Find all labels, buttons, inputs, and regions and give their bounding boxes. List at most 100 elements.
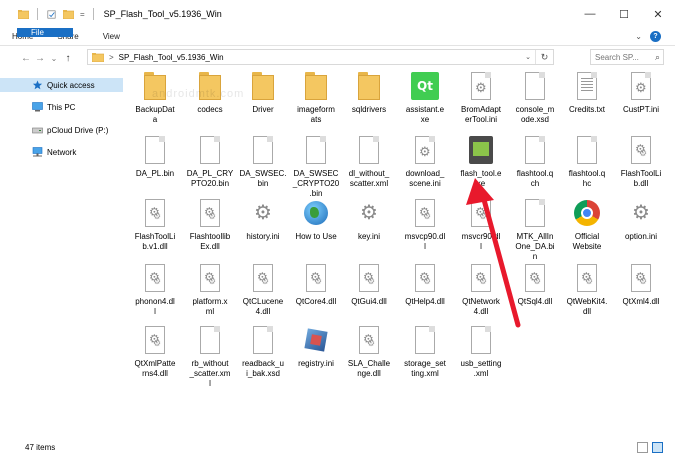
file-item[interactable]: ⚙ ⚙ QtXmlPatte rns4.dll (127, 326, 183, 379)
file-item[interactable]: DA_SWSEC _CRYPTO20 .bin (288, 136, 344, 199)
file-item[interactable]: console_m ode.xsd (507, 72, 563, 125)
file-item[interactable]: ⚙ ⚙ QtCLucene 4.dll (235, 264, 291, 317)
file-item[interactable]: dl_without_ scatter.xml (341, 136, 397, 189)
file-icon (249, 136, 277, 164)
recent-locations-button[interactable]: ⌄ (47, 54, 61, 63)
file-item[interactable]: How to Use (288, 199, 344, 242)
file-item[interactable]: ⚙ CustPT.ini (613, 72, 669, 115)
file-item[interactable]: ⚙ ⚙ FlashToolLi b.v1.dll (127, 199, 183, 252)
quick-access-toolbar: = (18, 8, 96, 20)
file-name: QtCLucene 4.dll (242, 297, 284, 316)
file-item[interactable]: storage_set ting.xml (397, 326, 453, 379)
expand-ribbon-button[interactable]: ⌄ (635, 32, 642, 41)
title-bar: = SP_Flash_Tool_v5.1936_Win — ☐ ✕ (0, 0, 675, 28)
window-controls: — ☐ ✕ (573, 0, 675, 28)
file-name: flashtool.q ch (516, 169, 554, 188)
refresh-button[interactable]: ↻ (535, 50, 553, 64)
tab-view[interactable]: View (91, 28, 132, 45)
file-item[interactable]: rb_without _scatter.xm l (182, 326, 238, 389)
dll-file-icon: ⚙ ⚙ (467, 264, 495, 292)
file-item[interactable]: ⚙ ⚙ QtWebKit4. dll (559, 264, 615, 317)
file-item[interactable]: Official Website (559, 199, 615, 252)
file-name: flash_tool.e xe (460, 169, 502, 188)
properties-icon[interactable] (46, 9, 57, 19)
file-item[interactable]: ⚙ option.ini (613, 199, 669, 242)
file-item[interactable]: flashtool.q hc (559, 136, 615, 189)
file-item[interactable]: DA_PL.bin (127, 136, 183, 179)
file-item[interactable]: ⚙ BromAdapt erTool.ini (453, 72, 509, 125)
search-input[interactable] (595, 52, 647, 62)
file-name: DA_SWSEC _CRYPTO20 .bin (292, 169, 340, 198)
help-icon[interactable]: ? (650, 31, 661, 42)
file-item[interactable]: flash_tool.e xe (453, 136, 509, 189)
address-bar[interactable]: > SP_Flash_Tool_v5.1936_Win ⌄ ↻ (87, 49, 554, 65)
file-item[interactable]: ⚙ ⚙ QtSql4.dll (507, 264, 563, 307)
file-icon (355, 136, 383, 164)
tab-file[interactable]: File (17, 28, 73, 37)
file-item[interactable]: usb_setting .xml (453, 326, 509, 379)
file-item[interactable]: ⚙ history.ini (235, 199, 291, 242)
file-name: rb_without _scatter.xm l (189, 359, 231, 388)
minimize-button[interactable]: — (573, 0, 607, 28)
file-name: readback_u i_bak.xsd (242, 359, 284, 378)
file-item[interactable]: ⚙ ⚙ SLA_Challe nge.dll (341, 326, 397, 379)
file-item[interactable]: ⚙ ⚙ FlashToolLi b.dll (613, 136, 669, 189)
file-item[interactable]: sqldrivers (341, 72, 397, 115)
sidebar-item-network[interactable]: Network (0, 145, 123, 159)
maximize-button[interactable]: ☐ (607, 0, 641, 28)
up-button[interactable]: ↑ (61, 53, 75, 64)
file-item[interactable]: ⚙ key.ini (341, 199, 397, 242)
file-item[interactable]: ⚙ ⚙ QtHelp4.dll (397, 264, 453, 307)
settings-file-icon: ⚙ (411, 136, 439, 164)
file-item[interactable]: readback_u i_bak.xsd (235, 326, 291, 379)
breadcrumb-separator[interactable]: > (109, 53, 114, 62)
file-name: msvcr90.dl l (461, 232, 501, 251)
file-item[interactable]: MTK_AllIn One_DA.bi n (507, 199, 563, 262)
file-item[interactable]: ⚙ ⚙ msvcr90.dl l (453, 199, 509, 252)
customize-toolbar-icon[interactable]: = (80, 10, 85, 19)
search-box[interactable]: ⌕ (590, 49, 664, 65)
file-item[interactable]: ⚙ ⚙ Flashtoollib Ex.dll (182, 199, 238, 252)
file-name: msvcp90.dl l (404, 232, 446, 251)
item-count: 47 items (25, 443, 56, 452)
details-view-button[interactable] (637, 442, 648, 453)
file-item[interactable]: ⚙ ⚙ QtXml4.dll (613, 264, 669, 307)
file-item[interactable]: ⚙ ⚙ platform.x ml (182, 264, 238, 317)
file-item[interactable]: ⚙ ⚙ QtNetwork 4.dll (453, 264, 509, 317)
file-item[interactable]: Credits.txt (559, 72, 615, 115)
back-button[interactable]: ← (19, 53, 33, 64)
close-button[interactable]: ✕ (641, 0, 675, 28)
forward-button[interactable]: → (33, 53, 47, 64)
sidebar-item-quick-access[interactable]: Quick access (0, 78, 123, 92)
file-item[interactable]: ⚙ ⚙ msvcp90.dl l (397, 199, 453, 252)
address-dropdown-icon[interactable]: ⌄ (525, 50, 531, 64)
large-icons-view-button[interactable] (652, 442, 663, 453)
file-name: history.ini (246, 232, 280, 241)
breadcrumb-current[interactable]: SP_Flash_Tool_v5.1936_Win (119, 53, 224, 62)
sidebar-item-this-pc[interactable]: This PC (0, 100, 123, 114)
star-icon (32, 80, 43, 90)
file-name: phonon4.dl l (135, 297, 175, 316)
folder-icon[interactable] (18, 9, 29, 19)
chrome-icon (573, 199, 601, 227)
file-item[interactable]: ⚙ ⚙ QtGui4.dll (341, 264, 397, 307)
text-file-icon (573, 72, 601, 100)
file-name: storage_set ting.xml (404, 359, 446, 378)
file-item[interactable]: ⚙ ⚙ phonon4.dl l (127, 264, 183, 317)
navigation-pane: Quick access This PC pCloud Drive (P:) N… (0, 74, 125, 434)
file-item[interactable]: flashtool.q ch (507, 136, 563, 189)
file-name: QtWebKit4. dll (566, 297, 608, 316)
file-item[interactable]: ⚙ download_ scene.ini (397, 136, 453, 189)
new-folder-icon[interactable] (63, 9, 74, 19)
sidebar-item-pcloud-drive[interactable]: pCloud Drive (P:) (0, 123, 123, 137)
file-name: console_m ode.xsd (515, 105, 555, 124)
file-item[interactable]: ⚙ ⚙ QtCore4.dll (288, 264, 344, 307)
file-item[interactable]: Qt assistant.e xe (397, 72, 453, 125)
file-name: sqldrivers (351, 105, 387, 114)
file-item[interactable]: imageform ats (288, 72, 344, 125)
file-item[interactable]: registry.ini (288, 326, 344, 369)
file-name: registry.ini (298, 359, 334, 368)
file-item[interactable]: DA_SWSEC. bin (235, 136, 291, 189)
file-item[interactable]: DA_PL_CRY PTO20.bin (182, 136, 238, 189)
file-name: FlashToolLi b.v1.dll (134, 232, 176, 251)
